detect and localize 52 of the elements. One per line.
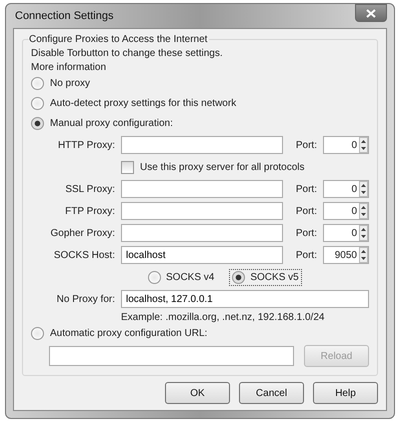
field-label: Gopher Proxy: <box>50 228 115 238</box>
note-text: Disable Torbutton to change these settings. <box>31 48 224 59</box>
group-legend: Configure Proxies to Access the Internet <box>29 34 210 45</box>
no-proxy-field[interactable]: localhost, 127.0.0.1 <box>121 290 369 308</box>
radio-label: Automatic proxy configuration URL: <box>50 328 208 339</box>
url-field[interactable] <box>49 346 294 366</box>
spinner-icon[interactable] <box>359 181 368 197</box>
note-text: More information <box>31 62 108 73</box>
host-field[interactable] <box>121 224 283 242</box>
checkbox-label: Use this proxy server for all protocols <box>140 162 305 172</box>
port-field[interactable]: 0 <box>323 136 369 154</box>
field-label: Port: <box>294 250 317 260</box>
spinner-icon[interactable] <box>359 203 368 219</box>
field-label: Port: <box>294 206 317 216</box>
host-field[interactable]: localhost <box>121 246 283 264</box>
checkbox[interactable] <box>121 160 134 174</box>
field-label: FTP Proxy: <box>64 206 115 216</box>
field-label: Port: <box>294 228 317 238</box>
field-label: SOCKS Host: <box>52 250 115 260</box>
spinner-icon[interactable] <box>359 225 368 241</box>
example-text: Example: .mozilla.org, .net.nz, 192.168.1.0/24 <box>121 312 326 323</box>
dialog-button[interactable]: Help <box>313 382 378 404</box>
radio-button[interactable] <box>31 97 44 110</box>
close-icon <box>366 8 376 18</box>
dialog-button[interactable]: Cancel <box>239 382 304 404</box>
host-field[interactable] <box>121 202 283 220</box>
radio-button[interactable] <box>31 117 44 130</box>
port-field[interactable]: 9050 <box>323 246 369 264</box>
radio-label: No proxy <box>50 78 90 89</box>
radio-label: Manual proxy configuration: <box>50 118 173 129</box>
spinner-icon[interactable] <box>359 247 368 263</box>
radio-button[interactable] <box>232 270 246 284</box>
field-label: HTTP Proxy: <box>56 140 115 150</box>
port-field[interactable]: 0 <box>323 180 369 198</box>
port-field[interactable]: 0 <box>323 224 369 242</box>
radio-button[interactable] <box>31 327 44 340</box>
radio-label: SOCKS v4 <box>166 272 214 282</box>
radio-label: SOCKS v5 <box>250 272 299 282</box>
radio-button[interactable] <box>148 270 161 284</box>
close-button[interactable] <box>355 4 387 22</box>
spinner-icon[interactable] <box>359 137 368 153</box>
field-label: Port: <box>294 140 317 150</box>
host-field[interactable] <box>121 180 283 198</box>
port-field[interactable]: 0 <box>323 202 369 220</box>
radio-button[interactable] <box>31 77 44 90</box>
dialog-button[interactable]: OK <box>165 382 230 404</box>
field-label: Port: <box>294 184 317 194</box>
field-label: SSL Proxy: <box>64 184 115 194</box>
field-label: No Proxy for: <box>56 294 115 304</box>
host-field[interactable] <box>121 136 283 154</box>
window-title: Connection Settings <box>14 10 114 22</box>
radio-label: Auto-detect proxy settings for this network <box>50 98 236 109</box>
